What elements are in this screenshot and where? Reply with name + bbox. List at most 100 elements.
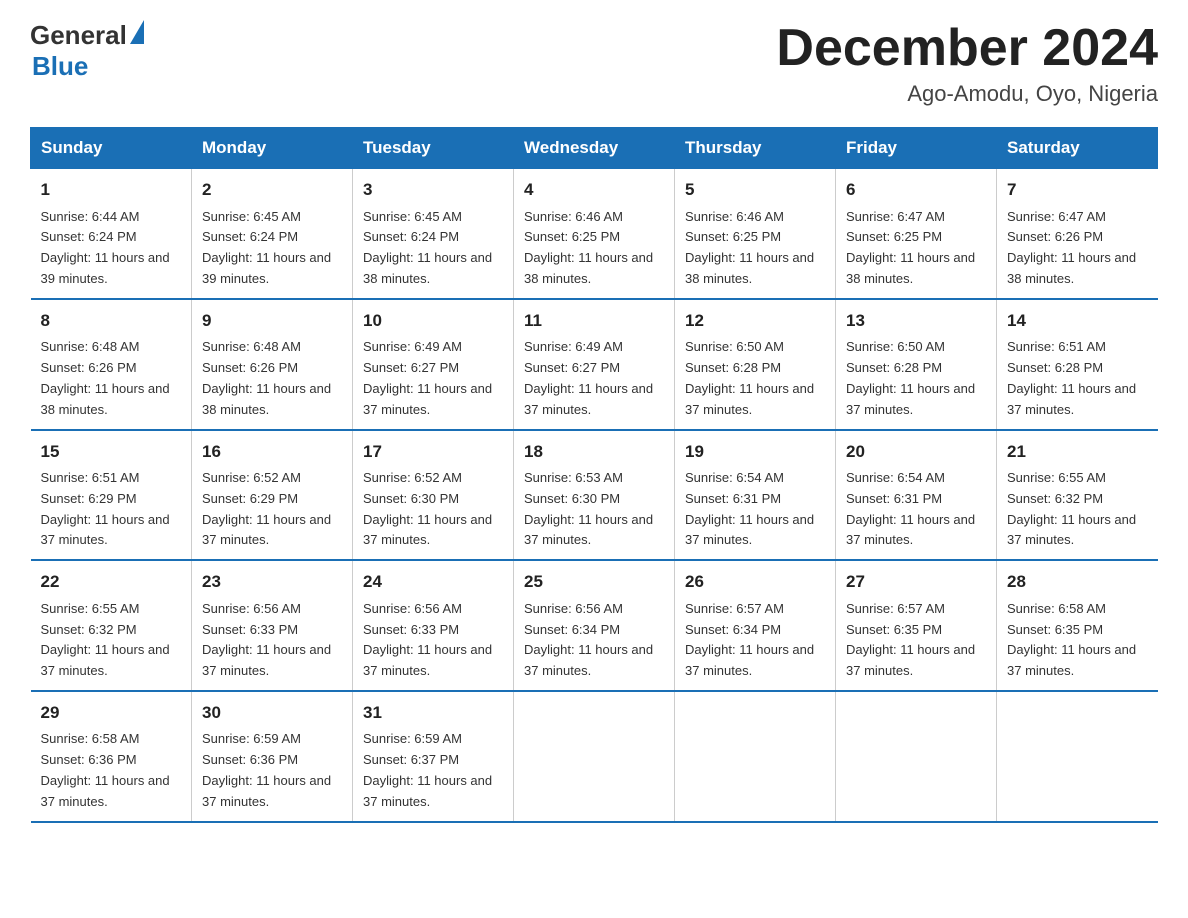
calendar-cell: 6 Sunrise: 6:47 AMSunset: 6:25 PMDayligh… <box>836 169 997 299</box>
day-number: 8 <box>41 308 182 334</box>
day-info: Sunrise: 6:59 AMSunset: 6:37 PMDaylight:… <box>363 731 492 808</box>
calendar-cell: 24 Sunrise: 6:56 AMSunset: 6:33 PMDaylig… <box>353 560 514 691</box>
calendar-table: SundayMondayTuesdayWednesdayThursdayFrid… <box>30 127 1158 822</box>
day-info: Sunrise: 6:47 AMSunset: 6:26 PMDaylight:… <box>1007 209 1136 286</box>
day-number: 22 <box>41 569 182 595</box>
calendar-cell: 12 Sunrise: 6:50 AMSunset: 6:28 PMDaylig… <box>675 299 836 430</box>
weekday-header-thursday: Thursday <box>675 128 836 169</box>
calendar-cell: 16 Sunrise: 6:52 AMSunset: 6:29 PMDaylig… <box>192 430 353 561</box>
calendar-cell: 7 Sunrise: 6:47 AMSunset: 6:26 PMDayligh… <box>997 169 1158 299</box>
day-info: Sunrise: 6:47 AMSunset: 6:25 PMDaylight:… <box>846 209 975 286</box>
day-info: Sunrise: 6:59 AMSunset: 6:36 PMDaylight:… <box>202 731 331 808</box>
weekday-header-friday: Friday <box>836 128 997 169</box>
calendar-cell: 15 Sunrise: 6:51 AMSunset: 6:29 PMDaylig… <box>31 430 192 561</box>
day-number: 5 <box>685 177 825 203</box>
day-info: Sunrise: 6:48 AMSunset: 6:26 PMDaylight:… <box>202 339 331 416</box>
day-number: 30 <box>202 700 342 726</box>
day-info: Sunrise: 6:49 AMSunset: 6:27 PMDaylight:… <box>363 339 492 416</box>
weekday-header-row: SundayMondayTuesdayWednesdayThursdayFrid… <box>31 128 1158 169</box>
calendar-week-row: 29 Sunrise: 6:58 AMSunset: 6:36 PMDaylig… <box>31 691 1158 822</box>
day-number: 16 <box>202 439 342 465</box>
day-number: 25 <box>524 569 664 595</box>
calendar-cell: 29 Sunrise: 6:58 AMSunset: 6:36 PMDaylig… <box>31 691 192 822</box>
calendar-cell: 9 Sunrise: 6:48 AMSunset: 6:26 PMDayligh… <box>192 299 353 430</box>
calendar-cell: 22 Sunrise: 6:55 AMSunset: 6:32 PMDaylig… <box>31 560 192 691</box>
day-info: Sunrise: 6:52 AMSunset: 6:29 PMDaylight:… <box>202 470 331 547</box>
calendar-cell: 25 Sunrise: 6:56 AMSunset: 6:34 PMDaylig… <box>514 560 675 691</box>
day-number: 2 <box>202 177 342 203</box>
calendar-cell: 3 Sunrise: 6:45 AMSunset: 6:24 PMDayligh… <box>353 169 514 299</box>
calendar-cell: 26 Sunrise: 6:57 AMSunset: 6:34 PMDaylig… <box>675 560 836 691</box>
day-number: 9 <box>202 308 342 334</box>
calendar-cell: 2 Sunrise: 6:45 AMSunset: 6:24 PMDayligh… <box>192 169 353 299</box>
day-info: Sunrise: 6:51 AMSunset: 6:29 PMDaylight:… <box>41 470 170 547</box>
day-number: 10 <box>363 308 503 334</box>
day-number: 1 <box>41 177 182 203</box>
month-title: December 2024 <box>776 20 1158 77</box>
day-info: Sunrise: 6:45 AMSunset: 6:24 PMDaylight:… <box>202 209 331 286</box>
calendar-cell: 14 Sunrise: 6:51 AMSunset: 6:28 PMDaylig… <box>997 299 1158 430</box>
weekday-header-saturday: Saturday <box>997 128 1158 169</box>
title-section: December 2024 Ago-Amodu, Oyo, Nigeria <box>776 20 1158 107</box>
day-info: Sunrise: 6:56 AMSunset: 6:33 PMDaylight:… <box>202 601 331 678</box>
day-info: Sunrise: 6:46 AMSunset: 6:25 PMDaylight:… <box>685 209 814 286</box>
day-number: 23 <box>202 569 342 595</box>
day-number: 13 <box>846 308 986 334</box>
day-info: Sunrise: 6:55 AMSunset: 6:32 PMDaylight:… <box>1007 470 1136 547</box>
calendar-cell: 23 Sunrise: 6:56 AMSunset: 6:33 PMDaylig… <box>192 560 353 691</box>
calendar-cell: 18 Sunrise: 6:53 AMSunset: 6:30 PMDaylig… <box>514 430 675 561</box>
calendar-header: SundayMondayTuesdayWednesdayThursdayFrid… <box>31 128 1158 169</box>
day-info: Sunrise: 6:57 AMSunset: 6:35 PMDaylight:… <box>846 601 975 678</box>
calendar-cell <box>675 691 836 822</box>
day-number: 6 <box>846 177 986 203</box>
day-info: Sunrise: 6:58 AMSunset: 6:36 PMDaylight:… <box>41 731 170 808</box>
day-number: 24 <box>363 569 503 595</box>
day-info: Sunrise: 6:50 AMSunset: 6:28 PMDaylight:… <box>685 339 814 416</box>
day-info: Sunrise: 6:55 AMSunset: 6:32 PMDaylight:… <box>41 601 170 678</box>
day-info: Sunrise: 6:50 AMSunset: 6:28 PMDaylight:… <box>846 339 975 416</box>
logo: General Blue <box>30 20 144 82</box>
page-header: General Blue December 2024 Ago-Amodu, Oy… <box>30 20 1158 107</box>
day-number: 17 <box>363 439 503 465</box>
day-info: Sunrise: 6:45 AMSunset: 6:24 PMDaylight:… <box>363 209 492 286</box>
day-number: 18 <box>524 439 664 465</box>
day-info: Sunrise: 6:48 AMSunset: 6:26 PMDaylight:… <box>41 339 170 416</box>
day-info: Sunrise: 6:51 AMSunset: 6:28 PMDaylight:… <box>1007 339 1136 416</box>
location-text: Ago-Amodu, Oyo, Nigeria <box>776 81 1158 107</box>
weekday-header-monday: Monday <box>192 128 353 169</box>
calendar-cell: 19 Sunrise: 6:54 AMSunset: 6:31 PMDaylig… <box>675 430 836 561</box>
day-number: 7 <box>1007 177 1148 203</box>
day-info: Sunrise: 6:58 AMSunset: 6:35 PMDaylight:… <box>1007 601 1136 678</box>
logo-general-text: General <box>30 20 127 51</box>
day-info: Sunrise: 6:56 AMSunset: 6:34 PMDaylight:… <box>524 601 653 678</box>
calendar-week-row: 1 Sunrise: 6:44 AMSunset: 6:24 PMDayligh… <box>31 169 1158 299</box>
day-number: 27 <box>846 569 986 595</box>
day-number: 19 <box>685 439 825 465</box>
calendar-cell: 31 Sunrise: 6:59 AMSunset: 6:37 PMDaylig… <box>353 691 514 822</box>
calendar-cell: 10 Sunrise: 6:49 AMSunset: 6:27 PMDaylig… <box>353 299 514 430</box>
calendar-cell: 17 Sunrise: 6:52 AMSunset: 6:30 PMDaylig… <box>353 430 514 561</box>
day-info: Sunrise: 6:54 AMSunset: 6:31 PMDaylight:… <box>846 470 975 547</box>
day-number: 29 <box>41 700 182 726</box>
weekday-header-sunday: Sunday <box>31 128 192 169</box>
calendar-cell: 27 Sunrise: 6:57 AMSunset: 6:35 PMDaylig… <box>836 560 997 691</box>
logo-blue-text: Blue <box>32 51 88 82</box>
day-info: Sunrise: 6:46 AMSunset: 6:25 PMDaylight:… <box>524 209 653 286</box>
calendar-body: 1 Sunrise: 6:44 AMSunset: 6:24 PMDayligh… <box>31 169 1158 822</box>
calendar-cell: 1 Sunrise: 6:44 AMSunset: 6:24 PMDayligh… <box>31 169 192 299</box>
calendar-cell: 30 Sunrise: 6:59 AMSunset: 6:36 PMDaylig… <box>192 691 353 822</box>
day-number: 21 <box>1007 439 1148 465</box>
calendar-cell: 28 Sunrise: 6:58 AMSunset: 6:35 PMDaylig… <box>997 560 1158 691</box>
day-number: 12 <box>685 308 825 334</box>
weekday-header-tuesday: Tuesday <box>353 128 514 169</box>
calendar-cell: 11 Sunrise: 6:49 AMSunset: 6:27 PMDaylig… <box>514 299 675 430</box>
day-info: Sunrise: 6:52 AMSunset: 6:30 PMDaylight:… <box>363 470 492 547</box>
calendar-cell: 13 Sunrise: 6:50 AMSunset: 6:28 PMDaylig… <box>836 299 997 430</box>
calendar-cell: 5 Sunrise: 6:46 AMSunset: 6:25 PMDayligh… <box>675 169 836 299</box>
day-number: 28 <box>1007 569 1148 595</box>
day-info: Sunrise: 6:53 AMSunset: 6:30 PMDaylight:… <box>524 470 653 547</box>
calendar-week-row: 22 Sunrise: 6:55 AMSunset: 6:32 PMDaylig… <box>31 560 1158 691</box>
day-number: 3 <box>363 177 503 203</box>
calendar-week-row: 8 Sunrise: 6:48 AMSunset: 6:26 PMDayligh… <box>31 299 1158 430</box>
weekday-header-wednesday: Wednesday <box>514 128 675 169</box>
